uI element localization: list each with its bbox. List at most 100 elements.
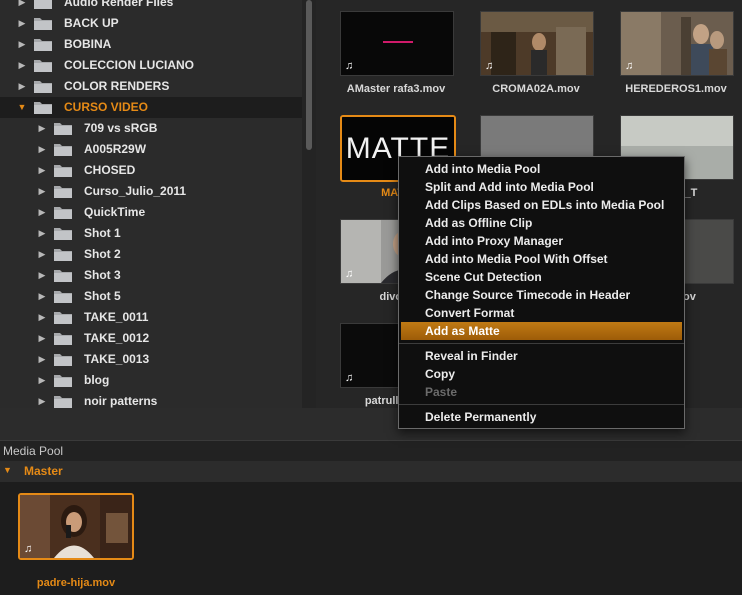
- folder-tree-item[interactable]: ▶ QuickTime: [0, 202, 302, 223]
- folder-tree-label: TAKE_0013: [84, 352, 150, 366]
- folder-tree-label: COLECCION LUCIANO: [64, 58, 194, 72]
- clip-name: HEREDEROS1.mov: [625, 83, 727, 95]
- bin-master-row[interactable]: ▼ Master: [0, 461, 742, 482]
- folder-tree-item[interactable]: ▼ CURSO VIDEO: [0, 97, 302, 118]
- audio-note-icon: ♫: [485, 60, 494, 72]
- clip-name: CROMA02A.mov: [492, 83, 580, 95]
- folder-tree-label: TAKE_0011: [84, 310, 149, 324]
- audio-note-icon: ♫: [625, 60, 634, 72]
- clip-name: padre-hija.mov: [36, 577, 116, 589]
- folder-icon: [34, 81, 52, 93]
- context-menu-item[interactable]: Scene Cut Detection: [401, 268, 682, 286]
- folder-tree-label: Shot 1: [84, 226, 121, 240]
- clip-preview-image: [20, 495, 132, 558]
- disclosure-right-icon[interactable]: ▶: [37, 349, 47, 370]
- folder-tree-scrollbar[interactable]: [302, 0, 316, 408]
- folder-tree-item[interactable]: ▶ noir patterns: [0, 391, 302, 408]
- disclosure-right-icon[interactable]: ▶: [37, 181, 47, 202]
- scrollbar-thumb[interactable]: [306, 0, 312, 150]
- folder-tree-label: Curso_Julio_2011: [84, 184, 187, 198]
- folder-tree-label: 709 vs sRGB: [84, 121, 158, 135]
- folder-tree-item[interactable]: ▶ TAKE_0011: [0, 307, 302, 328]
- context-menu-item[interactable]: Add as Offline Clip: [401, 214, 682, 232]
- folder-tree-label: Shot 3: [84, 268, 121, 282]
- folder-tree-item[interactable]: ▶ CHOSED: [0, 160, 302, 181]
- disclosure-right-icon[interactable]: ▶: [37, 118, 47, 139]
- folder-tree-label: BOBINA: [64, 37, 112, 51]
- folder-tree-item[interactable]: ▶ BOBINA: [0, 34, 302, 55]
- folder-tree-label: CURSO VIDEO: [64, 100, 149, 114]
- folder-icon: [34, 102, 52, 114]
- media-pool-area: ♫ padre-hija.mov: [0, 482, 742, 595]
- folder-tree-item[interactable]: ▶ A005R29W: [0, 139, 302, 160]
- menu-separator: [399, 404, 684, 405]
- folder-tree-label: Shot 5: [84, 289, 121, 303]
- folder-icon: [54, 270, 72, 282]
- folder-tree-item[interactable]: ▶ Shot 3: [0, 265, 302, 286]
- disclosure-right-icon[interactable]: ▶: [37, 139, 47, 160]
- folder-tree-item[interactable]: ▶ COLECCION LUCIANO: [0, 55, 302, 76]
- disclosure-right-icon[interactable]: ▶: [37, 328, 47, 349]
- folder-tree-item[interactable]: ▶ Shot 5: [0, 286, 302, 307]
- disclosure-right-icon[interactable]: ▶: [37, 307, 47, 328]
- folder-icon: [54, 123, 72, 135]
- folder-icon: [34, 18, 52, 30]
- context-menu-item[interactable]: Add into Media Pool With Offset: [401, 250, 682, 268]
- disclosure-right-icon[interactable]: ▶: [17, 34, 27, 55]
- folder-icon: [54, 228, 72, 240]
- context-menu-item[interactable]: Split and Add into Media Pool: [401, 178, 682, 196]
- media-pool-title: Media Pool: [3, 444, 64, 458]
- clip-thumbnail[interactable]: ♫: [18, 493, 134, 560]
- folder-tree-item[interactable]: ▶ 709 vs sRGB: [0, 118, 302, 139]
- folder-tree-item[interactable]: ▶ Curso_Julio_2011: [0, 181, 302, 202]
- clip-thumbnail[interactable]: ♫: [340, 11, 454, 76]
- disclosure-right-icon[interactable]: ▶: [37, 391, 47, 408]
- folder-tree-label: Shot 2: [84, 247, 121, 261]
- disclosure-right-icon[interactable]: ▶: [37, 202, 47, 223]
- clip-preview-image: [341, 12, 453, 75]
- disclosure-right-icon[interactable]: ▶: [37, 286, 47, 307]
- audio-note-icon: ♫: [345, 372, 354, 384]
- disclosure-right-icon[interactable]: ▶: [17, 13, 27, 34]
- folder-tree-label: CHOSED: [84, 163, 136, 177]
- folder-icon: [34, 60, 52, 72]
- folder-tree-label: Audio Render Files: [64, 0, 174, 9]
- disclosure-right-icon[interactable]: ▶: [37, 265, 47, 286]
- disclosure-right-icon[interactable]: ▶: [17, 55, 27, 76]
- clip-thumbnail[interactable]: ♫: [620, 11, 734, 76]
- folder-tree-item[interactable]: ▶ Audio Render Files: [0, 0, 302, 13]
- folder-icon: [54, 144, 72, 156]
- disclosure-right-icon[interactable]: ▶: [37, 244, 47, 265]
- context-menu-item: Paste: [425, 385, 458, 399]
- context-menu-item[interactable]: Reveal in Finder: [401, 347, 682, 365]
- context-menu-item[interactable]: Delete Permanently: [401, 408, 682, 426]
- folder-icon: [34, 39, 52, 51]
- context-menu-item[interactable]: Convert Format: [401, 304, 682, 322]
- context-menu-item[interactable]: Add into Media Pool: [401, 160, 682, 178]
- disclosure-right-icon[interactable]: ▶: [17, 76, 27, 97]
- folder-tree-item[interactable]: ▶ TAKE_0012: [0, 328, 302, 349]
- disclosure-down-icon[interactable]: ▼: [17, 97, 27, 118]
- context-menu-item[interactable]: Add as Matte: [401, 322, 682, 340]
- context-menu-item[interactable]: Copy: [401, 365, 682, 383]
- folder-tree-label: COLOR RENDERS: [64, 79, 170, 93]
- context-menu-item[interactable]: Add into Proxy Manager: [401, 232, 682, 250]
- disclosure-right-icon[interactable]: ▶: [37, 370, 47, 391]
- folder-tree-item[interactable]: ▶ TAKE_0013: [0, 349, 302, 370]
- context-menu-item[interactable]: Change Source Timecode in Header: [401, 286, 682, 304]
- folder-icon: [54, 396, 72, 408]
- folder-tree-item[interactable]: ▶ Shot 1: [0, 223, 302, 244]
- disclosure-right-icon[interactable]: ▶: [37, 223, 47, 244]
- folder-tree-item[interactable]: ▶ Shot 2: [0, 244, 302, 265]
- disclosure-right-icon[interactable]: ▶: [17, 0, 27, 13]
- disclosure-down-icon[interactable]: ▼: [3, 465, 12, 475]
- disclosure-right-icon[interactable]: ▶: [37, 160, 47, 181]
- folder-tree-item[interactable]: ▶ BACK UP: [0, 13, 302, 34]
- folder-tree-item[interactable]: ▶ COLOR RENDERS: [0, 76, 302, 97]
- folder-icon: [54, 312, 72, 324]
- folder-tree-item[interactable]: ▶ blog: [0, 370, 302, 391]
- folder-icon: [54, 354, 72, 366]
- clip-thumbnail[interactable]: ♫: [480, 11, 594, 76]
- context-menu-item[interactable]: Add Clips Based on EDLs into Media Pool: [401, 196, 682, 214]
- folder-icon: [54, 207, 72, 219]
